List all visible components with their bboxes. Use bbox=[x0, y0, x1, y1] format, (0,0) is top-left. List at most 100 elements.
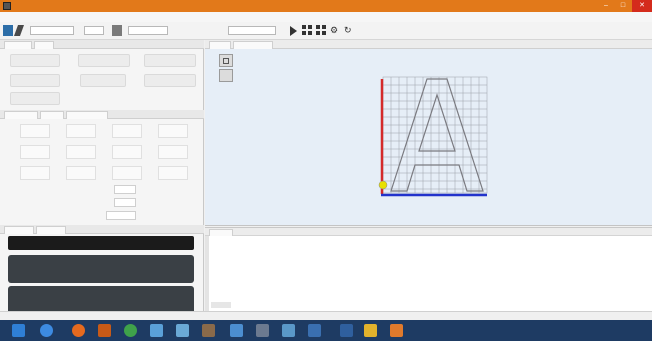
step-input[interactable] bbox=[114, 198, 136, 207]
app-icon[interactable] bbox=[230, 324, 243, 337]
menu-item[interactable] bbox=[40, 13, 62, 21]
app-icon[interactable] bbox=[340, 324, 353, 337]
layers-icon[interactable] bbox=[112, 25, 122, 36]
menu-item[interactable] bbox=[128, 13, 142, 21]
step-extra bbox=[150, 211, 180, 220]
step-extra bbox=[150, 198, 180, 207]
jog-button[interactable] bbox=[66, 166, 96, 180]
title-bar: – □ ✕ bbox=[0, 0, 652, 12]
menu-item[interactable] bbox=[20, 13, 38, 21]
reset-icon[interactable]: ↻ bbox=[344, 25, 354, 36]
save-icon[interactable] bbox=[13, 25, 25, 36]
console-status-text bbox=[505, 292, 645, 301]
windows-start-icon[interactable] bbox=[12, 324, 25, 337]
mode-field[interactable] bbox=[128, 26, 168, 35]
menu-item[interactable] bbox=[4, 13, 18, 21]
action-button[interactable] bbox=[10, 74, 60, 87]
tab-file-browser[interactable] bbox=[233, 41, 273, 49]
tab-jog[interactable] bbox=[4, 111, 38, 119]
tab-work[interactable] bbox=[36, 226, 66, 234]
axis-label-y bbox=[14, 293, 32, 307]
app-icon[interactable] bbox=[364, 324, 377, 337]
tab-state[interactable] bbox=[34, 41, 54, 49]
jog-button[interactable] bbox=[20, 166, 50, 180]
jog-button[interactable] bbox=[158, 145, 188, 159]
toolbar: ⚙ ↻ bbox=[0, 22, 652, 40]
step-input[interactable] bbox=[106, 211, 136, 220]
work-coordinate bbox=[146, 290, 186, 300]
app-icon[interactable] bbox=[150, 324, 163, 337]
dro-tabs bbox=[0, 225, 204, 234]
chrome-icon[interactable] bbox=[124, 324, 137, 337]
left-panel bbox=[0, 40, 204, 320]
jog-button[interactable] bbox=[66, 124, 96, 138]
action-button[interactable] bbox=[10, 54, 60, 67]
edge-browser-icon[interactable] bbox=[40, 324, 53, 337]
mail-icon[interactable] bbox=[98, 324, 111, 337]
toolpath-canvas[interactable] bbox=[205, 49, 652, 226]
action-button[interactable] bbox=[80, 74, 126, 87]
toolpath-grid bbox=[382, 76, 488, 194]
taskbar bbox=[0, 320, 652, 341]
grid-icon[interactable] bbox=[316, 25, 326, 36]
machine-coordinate bbox=[146, 301, 186, 311]
jog-button[interactable] bbox=[158, 166, 188, 180]
tab-macros[interactable] bbox=[40, 111, 64, 119]
action-button[interactable] bbox=[144, 74, 196, 87]
system-tray[interactable] bbox=[568, 327, 616, 333]
status-item bbox=[446, 313, 498, 320]
taskbar-clock[interactable] bbox=[622, 324, 648, 337]
jog-tabs bbox=[0, 110, 204, 119]
menu-bar bbox=[0, 12, 652, 22]
minimize-button[interactable]: – bbox=[598, 0, 614, 12]
grid-icon[interactable] bbox=[302, 25, 312, 36]
app-icon bbox=[3, 2, 11, 10]
zoom-field[interactable] bbox=[84, 26, 104, 35]
menu-item[interactable] bbox=[82, 13, 104, 21]
jog-button[interactable] bbox=[112, 124, 142, 138]
file-field[interactable] bbox=[30, 26, 74, 35]
firefox-icon[interactable] bbox=[72, 324, 85, 337]
app-icon[interactable] bbox=[282, 324, 295, 337]
jog-button[interactable] bbox=[158, 124, 188, 138]
app-icon[interactable] bbox=[256, 324, 269, 337]
axis-label-x bbox=[14, 262, 32, 276]
action-button[interactable] bbox=[10, 92, 60, 105]
jog-button[interactable] bbox=[66, 145, 96, 159]
action-button[interactable] bbox=[144, 54, 196, 67]
play-icon[interactable] bbox=[290, 26, 297, 36]
action-button[interactable] bbox=[78, 54, 130, 67]
jog-button[interactable] bbox=[112, 145, 142, 159]
step-extra bbox=[150, 185, 180, 194]
jog-button[interactable] bbox=[20, 145, 50, 159]
console-gutter bbox=[205, 236, 209, 311]
step-label bbox=[30, 211, 78, 220]
tab-location[interactable] bbox=[4, 226, 34, 234]
open-icon[interactable] bbox=[3, 25, 13, 36]
jog-button[interactable] bbox=[20, 124, 50, 138]
settings-icon[interactable]: ⚙ bbox=[330, 25, 340, 36]
tab-console[interactable] bbox=[209, 229, 233, 236]
menu-item[interactable] bbox=[64, 13, 80, 21]
app-icon[interactable] bbox=[202, 324, 215, 337]
visualizer-panel bbox=[205, 40, 652, 226]
tab-connection[interactable] bbox=[4, 41, 32, 49]
dro-row-x bbox=[8, 255, 194, 283]
tab-visualizer[interactable] bbox=[209, 41, 231, 49]
app-icon[interactable] bbox=[308, 324, 321, 337]
machine-status bbox=[8, 236, 194, 250]
origin-marker bbox=[378, 180, 388, 190]
maximize-button[interactable]: □ bbox=[615, 0, 631, 12]
app-icon[interactable] bbox=[176, 324, 189, 337]
menu-item[interactable] bbox=[106, 13, 126, 21]
console-scroll-indicator bbox=[211, 302, 231, 308]
work-coordinate bbox=[146, 259, 186, 269]
port-field[interactable] bbox=[228, 26, 276, 35]
step-label bbox=[30, 198, 78, 207]
console-tabs bbox=[205, 228, 652, 236]
app-icon[interactable] bbox=[390, 324, 403, 337]
step-input[interactable] bbox=[114, 185, 136, 194]
jog-button[interactable] bbox=[112, 166, 142, 180]
tab-controller[interactable] bbox=[66, 111, 108, 119]
close-button[interactable]: ✕ bbox=[632, 0, 652, 12]
